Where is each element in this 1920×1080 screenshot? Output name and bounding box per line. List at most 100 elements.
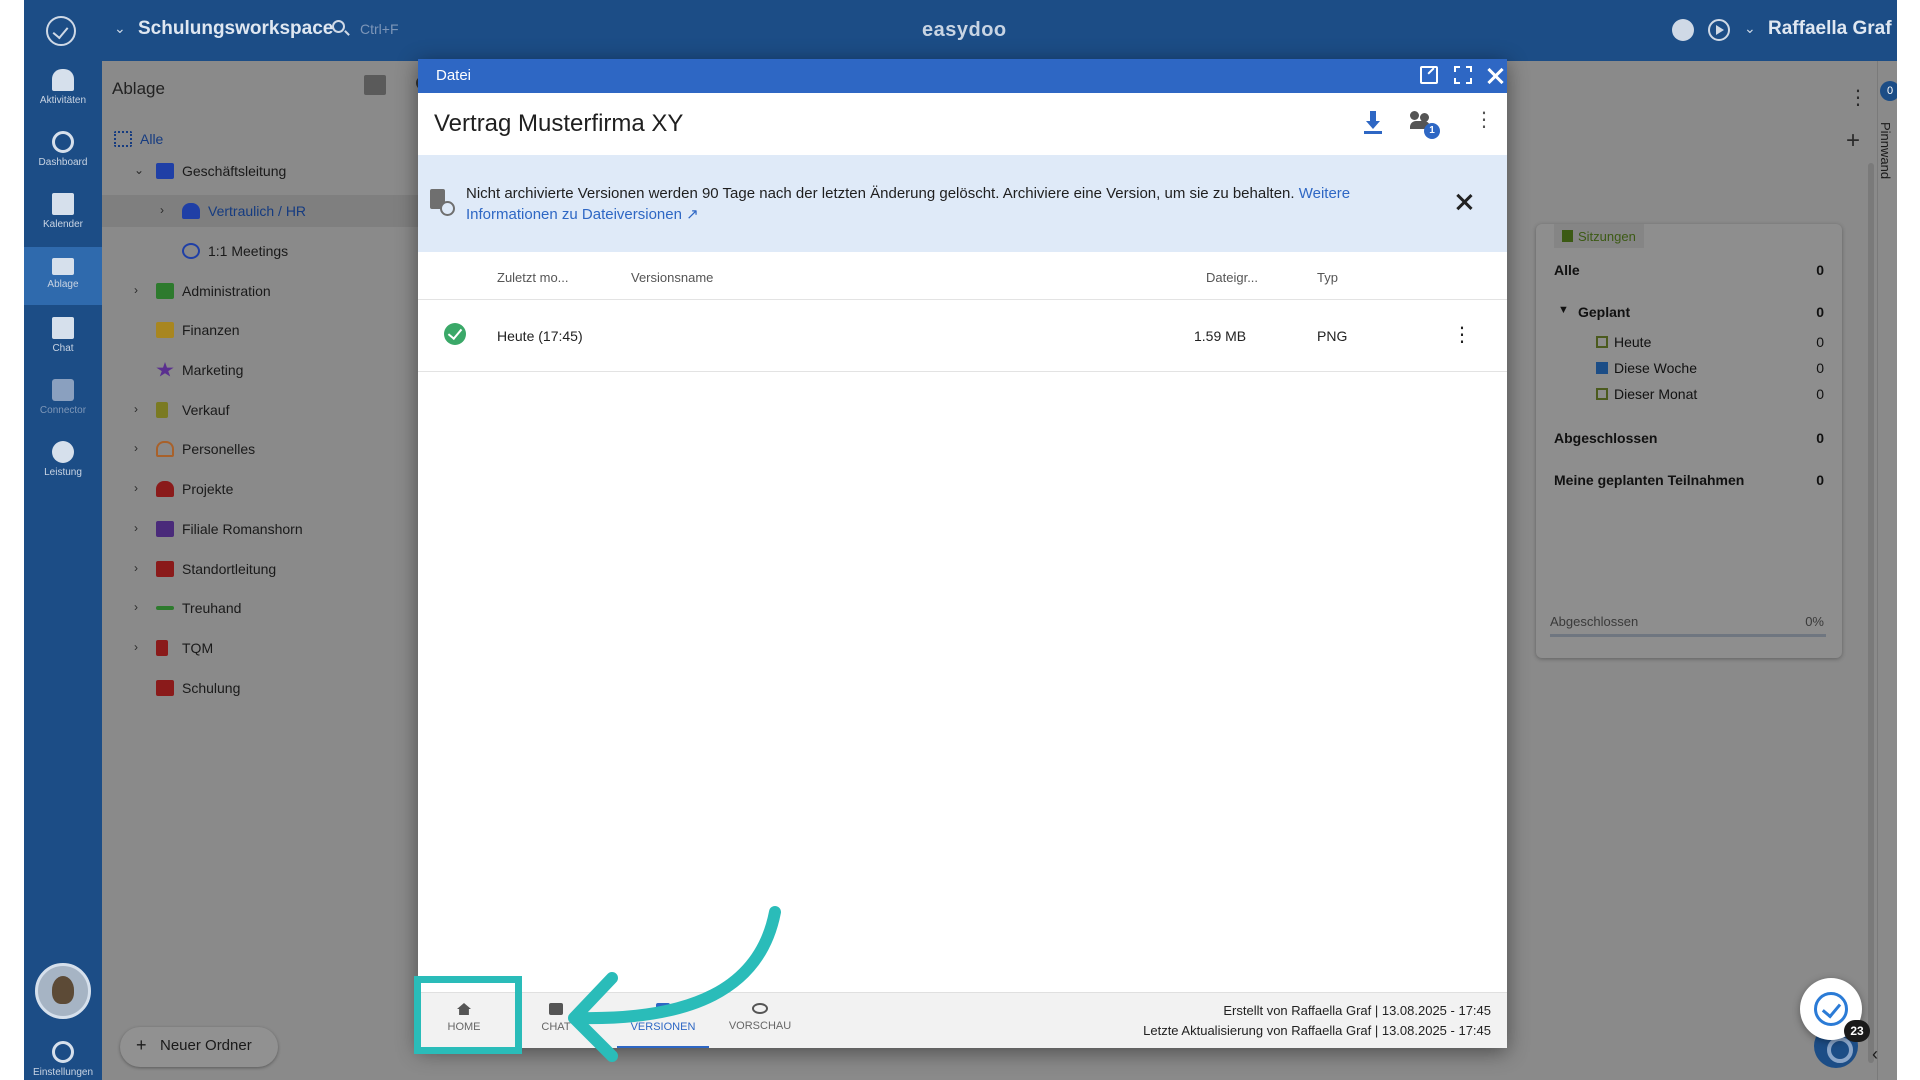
column-type[interactable]: Typ [1317, 270, 1338, 285]
column-name[interactable]: Versionsname [631, 270, 713, 285]
chevron-right-icon[interactable]: › [134, 640, 138, 654]
sitzungen-row-diese-woche[interactable]: Diese Woche 0 [1554, 360, 1824, 376]
new-folder-button[interactable]: + Neuer Ordner [120, 1027, 278, 1067]
rail-item-einstellungen[interactable]: Einstellungen [24, 1033, 102, 1080]
close-icon[interactable] [1455, 193, 1473, 211]
user-menu[interactable]: Raffaella Graf [1768, 18, 1892, 40]
pinnwand-label[interactable]: Pinnwand [1878, 122, 1893, 179]
tree-item-treuhand[interactable]: › Treuhand [102, 592, 442, 624]
created-info: Erstellt von Raffaella Graf | 13.08.2025… [1223, 1003, 1491, 1018]
chevron-right-icon[interactable]: › [134, 600, 138, 614]
calendar-icon [1596, 388, 1608, 400]
sitzungen-row-alle[interactable]: Alle 0 [1554, 262, 1824, 278]
row-label: Dieser Monat [1614, 386, 1698, 402]
rail-item-connector[interactable]: Connector [24, 371, 102, 429]
chat-count-badge: 23 [1844, 1020, 1870, 1042]
chevron-right-icon[interactable]: › [134, 481, 138, 495]
person-icon [156, 402, 168, 418]
connector-icon [52, 379, 74, 401]
tree-item-vertraulich-hr[interactable]: › Vertraulich / HR [102, 195, 442, 227]
tree-item-geschaeftsleitung[interactable]: ⌄ Geschäftsleitung [102, 155, 442, 187]
column-size[interactable]: Dateigr... [1206, 270, 1258, 285]
tree-item-filiale-romanshorn[interactable]: › Filiale Romanshorn [102, 513, 442, 545]
table-row[interactable]: Heute (17:45) 1.59 MB PNG ⋮ [418, 300, 1507, 372]
tree-label: Filiale Romanshorn [182, 521, 303, 537]
tree-item-personelles[interactable]: › Personelles [102, 433, 442, 465]
plus-icon: + [136, 1035, 147, 1055]
tree-item-meetings[interactable]: 1:1 Meetings [102, 235, 442, 267]
chevron-down-icon[interactable]: ⌄ [114, 20, 126, 37]
row-count: 0 [1816, 472, 1824, 488]
tab-vorschau[interactable]: VORSCHAU [714, 993, 806, 1048]
tree-item-schulung[interactable]: Schulung [102, 672, 442, 704]
sitzungen-row-dieser-monat[interactable]: Dieser Monat 0 [1554, 386, 1824, 402]
sitzungen-row-abgeschlossen[interactable]: Abgeschlossen 0 [1554, 430, 1824, 446]
tree-item-finanzen[interactable]: Finanzen [102, 314, 442, 346]
close-icon[interactable] [1486, 66, 1504, 84]
tree-item-marketing[interactable]: Marketing [102, 354, 442, 386]
support-chat-button[interactable]: 23 [1800, 978, 1870, 1042]
grid-icon [114, 131, 132, 147]
chevron-right-icon[interactable]: › [134, 402, 138, 416]
search-icon[interactable] [332, 20, 345, 33]
pinnwand-sidebar[interactable] [1877, 61, 1897, 1080]
chevron-right-icon[interactable]: › [134, 561, 138, 575]
rail-item-aktivitaeten[interactable]: Aktivitäten [24, 61, 102, 119]
chevron-right-icon[interactable]: › [160, 203, 164, 217]
workspace-selector[interactable]: Schulungsworkspace [138, 18, 333, 40]
tree-item-standortleitung[interactable]: › Standortleitung [102, 553, 442, 585]
tree-label: Geschäftsleitung [182, 163, 287, 179]
explorer-title: Ablage [112, 79, 165, 98]
folder-icon [52, 258, 74, 275]
tree-label: Administration [182, 283, 271, 299]
stopwatch-icon[interactable] [1672, 19, 1694, 41]
tree-item-verkauf[interactable]: › Verkauf [102, 394, 442, 426]
open-external-icon[interactable] [1420, 66, 1438, 84]
share-count-badge: 1 [1424, 123, 1440, 139]
chevron-right-icon[interactable]: › [134, 521, 138, 535]
chevron-right-icon[interactable]: › [134, 441, 138, 455]
fullscreen-icon[interactable] [1454, 66, 1472, 84]
tree-item-tqm[interactable]: › TQM [102, 632, 442, 664]
rail-item-kalender[interactable]: Kalender [24, 185, 102, 243]
rail-item-dashboard[interactable]: Dashboard [24, 123, 102, 181]
tree-item-projekte[interactable]: › Projekte [102, 473, 442, 505]
rail-item-leistung[interactable]: Leistung [24, 433, 102, 491]
plus-icon[interactable]: + [1846, 127, 1860, 155]
avatar[interactable] [35, 963, 91, 1019]
chevron-down-icon[interactable]: ⌄ [1744, 20, 1756, 37]
tab-chat[interactable]: CHAT [510, 993, 602, 1048]
chevron-right-icon[interactable]: › [134, 283, 138, 297]
tree-label: Vertraulich / HR [208, 203, 307, 219]
external-link-icon[interactable]: ↗ [686, 206, 699, 223]
tree-item-administration[interactable]: › Administration [102, 275, 442, 307]
scrollbar[interactable] [1868, 163, 1874, 1063]
more-vertical-icon[interactable]: ⋮ [1848, 85, 1868, 110]
more-vertical-icon[interactable]: ⋮ [1474, 107, 1494, 132]
more-vertical-icon[interactable]: ⋮ [1452, 322, 1472, 347]
tree-item-alle[interactable]: Alle [102, 123, 442, 155]
gauge-icon [52, 131, 74, 153]
select-mode-icon[interactable] [364, 75, 386, 95]
sitzungen-row-meine-teilnahmen[interactable]: Meine geplanten Teilnahmen 0 [1554, 472, 1824, 488]
caret-down-icon[interactable]: ▼ [1558, 304, 1569, 316]
tree-label: Projekte [182, 481, 234, 497]
column-modified[interactable]: Zuletzt mo... [497, 270, 569, 285]
rail-item-ablage[interactable]: Ablage [24, 247, 102, 305]
play-icon[interactable] [1708, 19, 1730, 41]
tab-versionen[interactable]: VERSIONEN [617, 993, 709, 1048]
easydoo-logo-icon[interactable] [46, 16, 76, 46]
folder-icon [156, 322, 174, 338]
chat-icon [549, 1003, 563, 1015]
sitzungen-row-heute[interactable]: Heute 0 [1554, 334, 1824, 350]
chevron-left-icon[interactable]: ‹ [1872, 1044, 1878, 1065]
sitzungen-row-geplant[interactable]: ▼ Geplant 0 [1554, 304, 1824, 320]
rail-label: Dashboard [38, 157, 88, 168]
rail-item-chat[interactable]: Chat [24, 309, 102, 367]
chevron-down-icon[interactable]: ⌄ [134, 163, 144, 177]
file-explorer: Ablage Alle ⌄ Geschäftsleitung › Vertrau… [102, 61, 442, 1080]
version-type: PNG [1317, 328, 1348, 344]
download-icon[interactable] [1364, 111, 1382, 134]
sitzungen-tag: Sitzungen [1554, 224, 1644, 248]
row-label: Geplant [1578, 304, 1631, 320]
